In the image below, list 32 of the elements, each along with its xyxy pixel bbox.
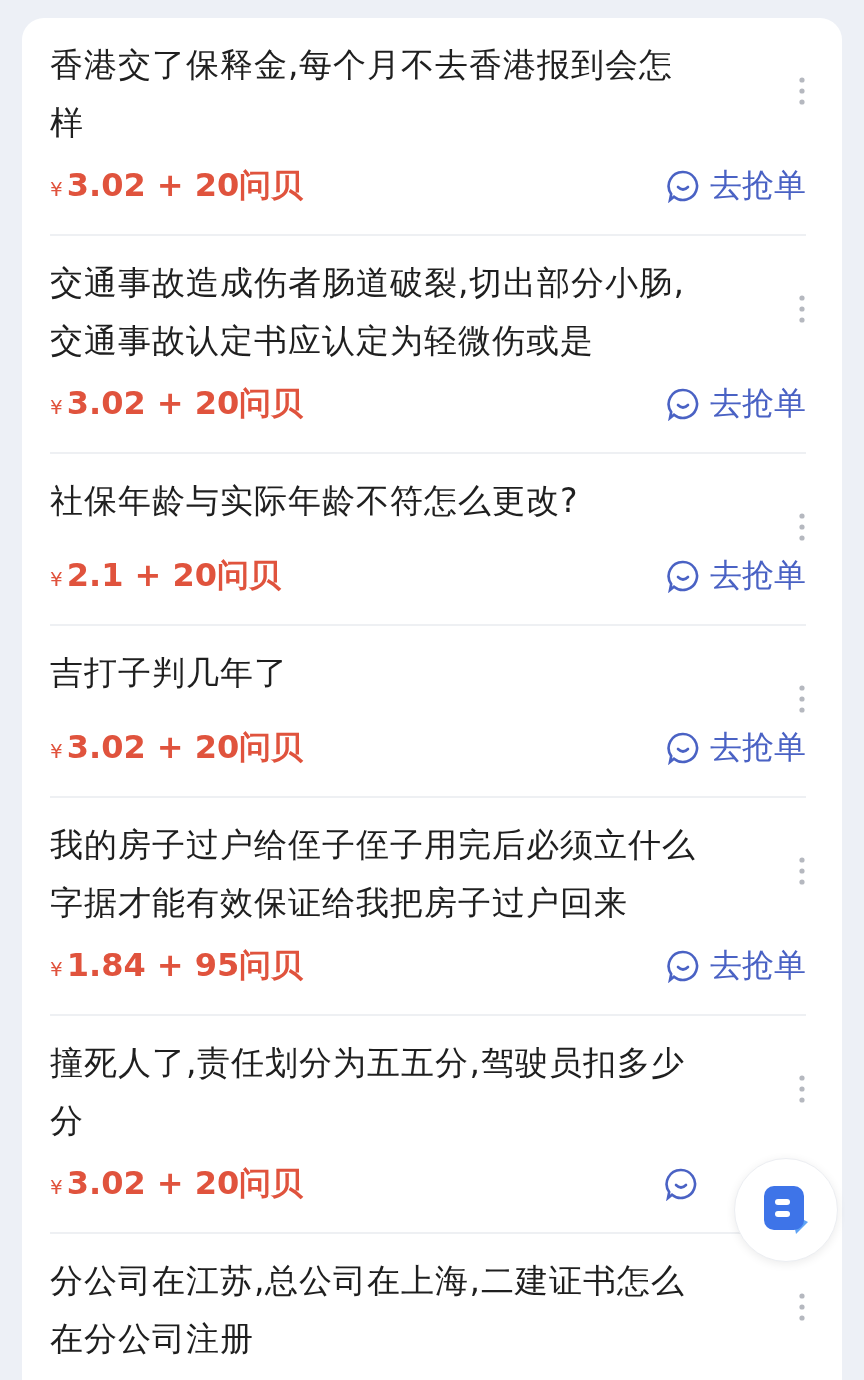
more-icon[interactable] bbox=[798, 512, 806, 542]
more-icon[interactable] bbox=[798, 856, 806, 886]
question-title[interactable]: 分公司在江苏,总公司在上海,二建证书怎么在分公司注册 bbox=[50, 1252, 700, 1368]
note-icon bbox=[762, 1184, 810, 1236]
question-title[interactable]: 吉打子判几年了 bbox=[50, 644, 288, 702]
smile-chat-icon bbox=[666, 559, 700, 593]
grab-order-button[interactable]: 去抢单 bbox=[666, 554, 806, 598]
question-title[interactable]: 香港交了保释金,每个月不去香港报到会怎样 bbox=[50, 36, 700, 152]
question-title[interactable]: 社保年龄与实际年龄不符怎么更改? bbox=[50, 472, 579, 530]
question-title[interactable]: 我的房子过户给侄子侄子用完后必须立什么字据才能有效保证给我把房子过户回来 bbox=[50, 816, 700, 932]
reward-amount: ¥3.02 + 20问贝 bbox=[50, 383, 304, 424]
grab-order-button[interactable]: 去抢单 bbox=[666, 726, 806, 770]
smile-chat-icon[interactable] bbox=[664, 1167, 698, 1201]
smile-chat-icon bbox=[666, 731, 700, 765]
reward-amount: ¥3.02 + 20问贝 bbox=[50, 165, 304, 206]
reward-amount: ¥3.02 + 20问贝 bbox=[50, 727, 304, 768]
more-icon[interactable] bbox=[798, 76, 806, 106]
reward-amount: ¥3.02 + 20问贝 bbox=[50, 1163, 304, 1204]
question-title[interactable]: 交通事故造成伤者肠道破裂,切出部分小肠,交通事故认定书应认定为轻微伤或是 bbox=[50, 254, 700, 370]
more-icon[interactable] bbox=[798, 1292, 806, 1322]
grab-order-button[interactable]: 去抢单 bbox=[666, 164, 806, 208]
reward-amount: ¥1.84 + 95问贝 bbox=[50, 945, 304, 986]
more-icon[interactable] bbox=[798, 1074, 806, 1104]
smile-chat-icon bbox=[666, 169, 700, 203]
more-icon[interactable] bbox=[798, 684, 806, 714]
reward-amount: ¥2.1 + 20问贝 bbox=[50, 555, 282, 596]
more-icon[interactable] bbox=[798, 294, 806, 324]
grab-order-button[interactable]: 去抢单 bbox=[666, 944, 806, 988]
smile-chat-icon bbox=[666, 949, 700, 983]
grab-order-button[interactable]: 去抢单 bbox=[666, 382, 806, 426]
smile-chat-icon bbox=[666, 387, 700, 421]
question-title[interactable]: 撞死人了,责任划分为五五分,驾驶员扣多少分 bbox=[50, 1034, 700, 1150]
